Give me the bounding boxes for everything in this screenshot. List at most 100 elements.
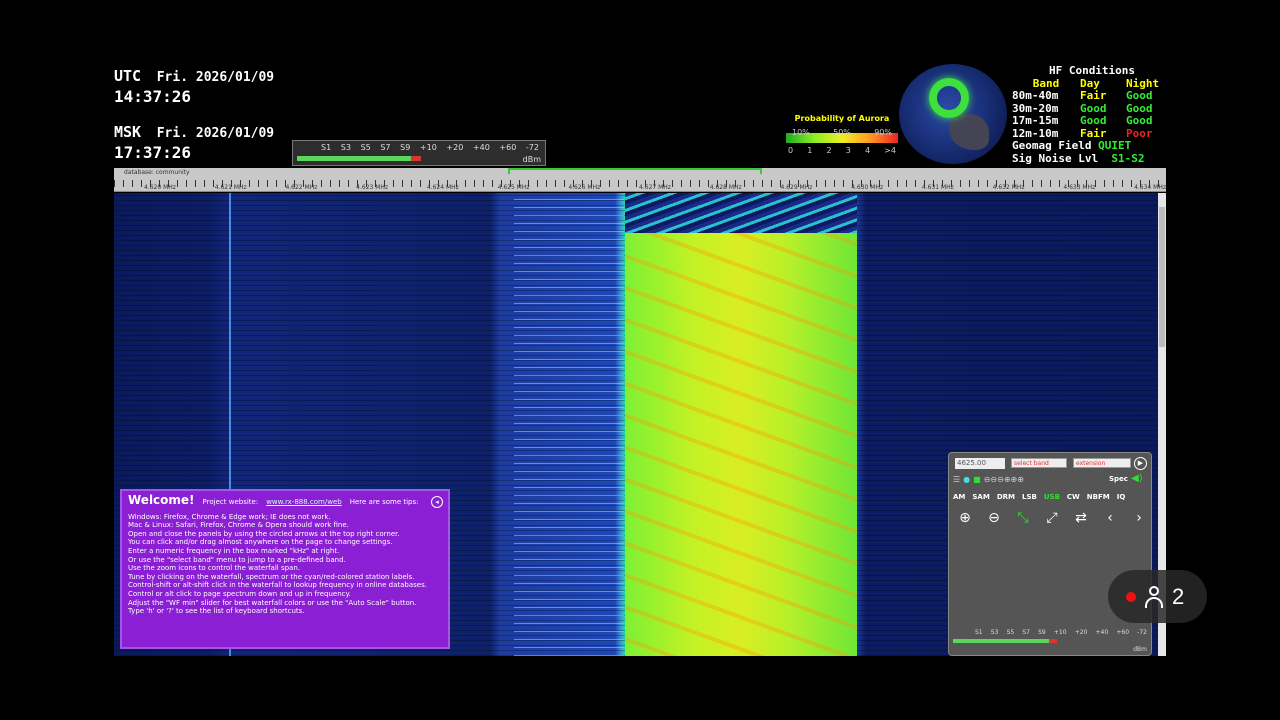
s-meter-peak bbox=[411, 156, 422, 161]
frequency-label: 4.632 MHz bbox=[992, 184, 1025, 191]
frequency-input[interactable]: 4625.00 bbox=[955, 458, 1005, 469]
msk-clock: MSK Fri. 2026/01/09 17:37:26 bbox=[114, 122, 274, 162]
page-right-icon[interactable]: › bbox=[1129, 508, 1149, 528]
mode-button-iq[interactable]: IQ bbox=[1117, 493, 1126, 501]
hf-night: Good bbox=[1126, 89, 1153, 102]
panel-s-meter-tick: -72 bbox=[1137, 629, 1147, 636]
panel-s-meter-tick: S1 bbox=[975, 629, 983, 636]
mode-button-usb[interactable]: USB bbox=[1044, 493, 1060, 501]
mode-icon[interactable]: ■ bbox=[973, 475, 981, 484]
panel-icons: ☰ ● ■ ⊖⊖⊖⊕⊕⊕ bbox=[953, 475, 1024, 484]
s-meter-tick: S9 bbox=[400, 143, 411, 152]
frequency-label: 4.625 MHz bbox=[497, 184, 530, 191]
tip-item: Adjust the "WF min" slider for best wate… bbox=[128, 598, 417, 607]
tip-item: Mac & Linux: Safari, Firefox, Chrome & O… bbox=[128, 521, 349, 530]
websdr-screen: UTC Fri. 2026/01/09 14:37:26 MSK Fri. 20… bbox=[114, 62, 1166, 656]
signal-band bbox=[625, 233, 857, 656]
auto-icon[interactable]: ● bbox=[963, 475, 970, 484]
tip-item: Enter a numeric frequency in the box mar… bbox=[128, 546, 340, 555]
database-label: database: community bbox=[124, 169, 190, 176]
zoom-in-icon[interactable]: ⊕ bbox=[955, 508, 975, 528]
utc-label: UTC bbox=[114, 67, 142, 85]
zoom-out-icon[interactable]: ⊖ bbox=[984, 508, 1004, 528]
frequency-label: 4.620 MHz bbox=[144, 184, 176, 191]
extension-select[interactable]: extension bbox=[1073, 458, 1131, 468]
welcome-title: Welcome! bbox=[128, 493, 195, 507]
tip-item: Control or alt click to page spectrum do… bbox=[128, 589, 351, 598]
tip-item: Or use the "select band" menu to jump to… bbox=[128, 555, 346, 564]
welcome-panel: Welcome! Project website: www.rx-888.com… bbox=[120, 489, 450, 649]
frequency-label: 4.624 MHz bbox=[426, 184, 459, 191]
frequency-label: 4.630 MHz bbox=[851, 184, 884, 191]
control-panel: 4625.00 select band extension ▶ ☰ ● ■ ⊖⊖… bbox=[948, 452, 1152, 656]
frequency-label: 4.627 MHz bbox=[639, 184, 671, 191]
speaker-icon[interactable]: ◀) bbox=[1131, 473, 1143, 484]
panel-s-meter: S1 S3 S5 S7 S9 +10 +20 +40 +60 -72 dBm bbox=[953, 629, 1149, 653]
live-dot-icon bbox=[1126, 591, 1136, 602]
viewer-count-badge: 2 bbox=[1108, 570, 1207, 623]
utc-time: 14:37:26 bbox=[114, 87, 192, 106]
project-link[interactable]: www.rx-888.com/web bbox=[266, 498, 342, 507]
aurora-ticks: 0 1 2 3 4 >4 bbox=[786, 146, 898, 155]
passband-marker[interactable] bbox=[508, 168, 762, 174]
tip-item: Windows: Firefox, Chrome & Edge work; IE… bbox=[128, 512, 331, 521]
panel-s-meter-tick: S5 bbox=[1006, 629, 1015, 636]
tips-list: Windows: Firefox, Chrome & Edge work; IE… bbox=[128, 513, 442, 616]
aurora-percents: 10% 50% 90% bbox=[786, 128, 898, 137]
s-meter-scale: S1 S3 S5 S7 S9 +10 +20 +40 +60 -72 bbox=[293, 141, 545, 152]
frequency-label: 4.629 MHz bbox=[780, 184, 813, 191]
s-meter-tick: S3 bbox=[340, 143, 351, 152]
frequency-label: 4.622 MHz bbox=[285, 184, 318, 191]
menu-icon[interactable]: ☰ bbox=[953, 475, 960, 484]
aurora-panel: Probability of Aurora 10% 50% 90% 0 1 2 3 4 >4 bbox=[786, 114, 898, 164]
close-panel-icon[interactable]: ◂ bbox=[431, 496, 443, 508]
hf-row: 17m-15m Good Good bbox=[1012, 114, 1166, 128]
zoom-max-icon[interactable]: ⤢ bbox=[1042, 508, 1062, 528]
viewer-count: 2 bbox=[1172, 583, 1185, 609]
tip-item: Type 'h' or '?' to see the list of keybo… bbox=[128, 607, 305, 616]
s-meter-tick: S7 bbox=[380, 143, 391, 152]
aurora-tick: 2 bbox=[826, 146, 832, 155]
frequency-label: 4.633 MHz bbox=[1063, 184, 1096, 191]
step-buttons-icon[interactable]: ⊖⊖⊖⊕⊕⊕ bbox=[984, 475, 1024, 484]
frequency-label: 4.634 MHz bbox=[1134, 184, 1166, 191]
zoom-band-icon[interactable]: ⤡ bbox=[1013, 508, 1033, 528]
swap-icon[interactable]: ⇄ bbox=[1071, 508, 1091, 528]
person-icon bbox=[1144, 585, 1164, 608]
hf-band: 80m-40m bbox=[1012, 89, 1059, 102]
aurora-tick: 4 bbox=[864, 146, 871, 155]
frequency-label: 4.626 MHz bbox=[568, 184, 601, 191]
aurora-tick: 3 bbox=[845, 146, 851, 155]
hf-row: 80m-40m Fair Good bbox=[1012, 89, 1166, 103]
mode-button-am[interactable]: AM bbox=[953, 493, 965, 501]
aurora-percent: 50% bbox=[833, 128, 851, 137]
aurora-percent: 10% bbox=[792, 128, 810, 137]
msk-time: 17:37:26 bbox=[114, 143, 192, 162]
aurora-tick: 1 bbox=[807, 146, 813, 155]
frequency-label: 4.628 MHz bbox=[709, 184, 742, 191]
band-select[interactable]: select band bbox=[1011, 458, 1067, 468]
tip-item: Tune by clicking on the waterfall, spect… bbox=[128, 572, 415, 581]
project-label: Project website: bbox=[202, 498, 259, 506]
aurora-tick: 0 bbox=[788, 146, 794, 155]
panel-s-meter-tick: +10 bbox=[1053, 629, 1067, 636]
s-meter-bar bbox=[297, 156, 412, 161]
mode-button-sam[interactable]: SAM bbox=[972, 493, 989, 501]
panel-s-meter-tick: +60 bbox=[1116, 629, 1130, 636]
panel-s-meter-tick: +20 bbox=[1074, 629, 1088, 636]
s-meter: S1 S3 S5 S7 S9 +10 +20 +40 +60 -72 dBm bbox=[292, 140, 546, 166]
mode-button-cw[interactable]: CW bbox=[1067, 493, 1080, 501]
frequency-label: 4.623 MHz bbox=[356, 184, 389, 191]
mode-button-drm[interactable]: DRM bbox=[997, 493, 1015, 501]
tip-item: Open and close the panels by using the c… bbox=[128, 529, 400, 538]
mode-buttons: AM SAM DRM LSB USB CW NBFM IQ bbox=[953, 493, 1125, 501]
play-icon[interactable]: ▶ bbox=[1134, 457, 1147, 470]
mode-button-lsb[interactable]: LSB bbox=[1022, 493, 1037, 501]
mode-button-nbfm[interactable]: NBFM bbox=[1087, 493, 1110, 501]
spec-button[interactable]: Spec bbox=[1109, 475, 1128, 483]
page-left-icon[interactable]: ‹ bbox=[1100, 508, 1120, 528]
utc-clock: UTC Fri. 2026/01/09 14:37:26 bbox=[114, 66, 274, 106]
panel-s-meter-tick: S3 bbox=[990, 629, 999, 636]
noise-row: Sig Noise Lvl S1-S2 bbox=[1012, 151, 1145, 165]
s-meter-tick: +40 bbox=[472, 143, 490, 152]
